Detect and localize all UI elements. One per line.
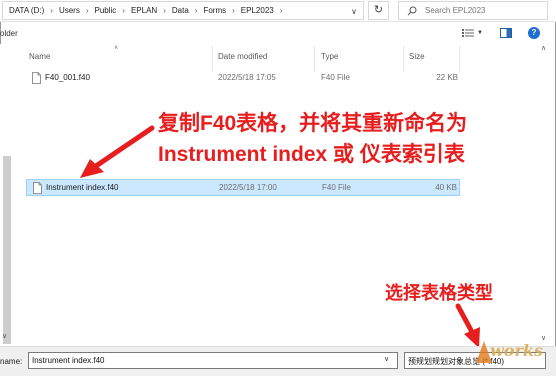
nav-scrollbar[interactable] [3, 156, 11, 344]
view-options-button[interactable]: ▼ [462, 27, 488, 39]
breadcrumb: DATA (D:) › Users › Public › EPLAN › Dat… [9, 6, 288, 15]
address-bar-row: DATA (D:) › Users › Public › EPLAN › Dat… [0, 0, 556, 22]
column-header-size[interactable]: Size [409, 52, 425, 61]
column-divider[interactable] [459, 46, 460, 72]
watermark-text: works [490, 341, 543, 360]
file-icon [32, 72, 41, 84]
breadcrumb-separator-icon: › [163, 6, 166, 15]
breadcrumb-eplan[interactable]: EPLAN [131, 6, 157, 15]
breadcrumb-separator-icon: › [194, 6, 198, 15]
help-icon[interactable]: ? [528, 27, 540, 39]
search-icon [407, 6, 417, 16]
new-folder-button[interactable]: older [0, 29, 18, 38]
breadcrumb-public[interactable]: Public [95, 6, 117, 15]
file-row-selected[interactable]: Instrument index.f40 2022/5/18 17:00 F40… [26, 179, 460, 196]
preview-pane-button[interactable] [500, 28, 512, 38]
file-date: 2022/5/18 17:05 [218, 73, 276, 82]
refresh-button[interactable]: ↻ [368, 1, 389, 20]
breadcrumb-forms[interactable]: Forms [203, 6, 226, 15]
breadcrumb-separator-icon: › [50, 6, 53, 15]
file-type: F40 File [321, 73, 350, 82]
column-header-name[interactable]: Name [29, 52, 50, 61]
file-size: 40 KB [435, 183, 457, 192]
annotation-select-type: 选择表格类型 [385, 283, 493, 303]
chevron-down-icon: ▼ [477, 30, 483, 36]
file-name: Instrument index.f40 [46, 183, 119, 192]
column-divider[interactable] [314, 46, 315, 72]
breadcrumb-users[interactable]: Users [59, 6, 80, 15]
annotation-new-name: Instrument index 或 仪表索引表 [158, 143, 465, 166]
breadcrumb-separator-icon: › [122, 6, 125, 15]
breadcrumb-drive[interactable]: DATA (D:) [9, 6, 44, 15]
file-name: F40_001.f40 [45, 73, 90, 82]
file-list-scrollbar[interactable]: ∧ ∨ [538, 44, 552, 346]
search-box[interactable] [398, 1, 548, 20]
file-row[interactable]: F40_001.f40 2022/5/18 17:05 F40 File 22 … [26, 70, 460, 87]
file-date: 2022/5/18 17:00 [219, 183, 277, 192]
search-input[interactable] [425, 4, 543, 17]
column-divider[interactable] [212, 46, 213, 72]
breadcrumb-data[interactable]: Data [172, 6, 189, 15]
filename-label: name: [0, 357, 23, 366]
refresh-icon: ↻ [373, 4, 384, 16]
address-bar[interactable]: DATA (D:) › Users › Public › EPLAN › Dat… [2, 1, 364, 20]
scroll-down-icon[interactable]: ∨ [2, 332, 7, 340]
file-type: F40 File [322, 183, 351, 192]
column-header-type[interactable]: Type [321, 52, 338, 61]
chevron-down-icon[interactable]: ∨ [347, 5, 361, 18]
breadcrumb-separator-icon: › [232, 6, 235, 15]
chevron-down-icon[interactable]: ∨ [384, 355, 389, 363]
breadcrumb-separator-icon: › [85, 6, 89, 15]
file-icon [33, 182, 42, 194]
annotation-copy-rename: 复制F40表格，并将其重新命名为 [158, 112, 468, 135]
scroll-up-icon[interactable]: ∧ [541, 44, 546, 52]
view-options-icon [462, 29, 474, 37]
column-header-date[interactable]: Date modified [218, 52, 267, 61]
navigation-pane: ∨ [0, 44, 14, 346]
filename-input[interactable] [28, 352, 398, 369]
toolbar: older ▼ ? [0, 22, 556, 44]
watermark-logo: works [470, 337, 550, 371]
breadcrumb-separator-icon: › [279, 6, 283, 15]
sort-ascending-icon: ∧ [114, 45, 119, 51]
column-divider[interactable] [403, 46, 404, 72]
file-size: 22 KB [436, 73, 458, 82]
breadcrumb-epl2023[interactable]: EPL2023 [241, 6, 274, 15]
